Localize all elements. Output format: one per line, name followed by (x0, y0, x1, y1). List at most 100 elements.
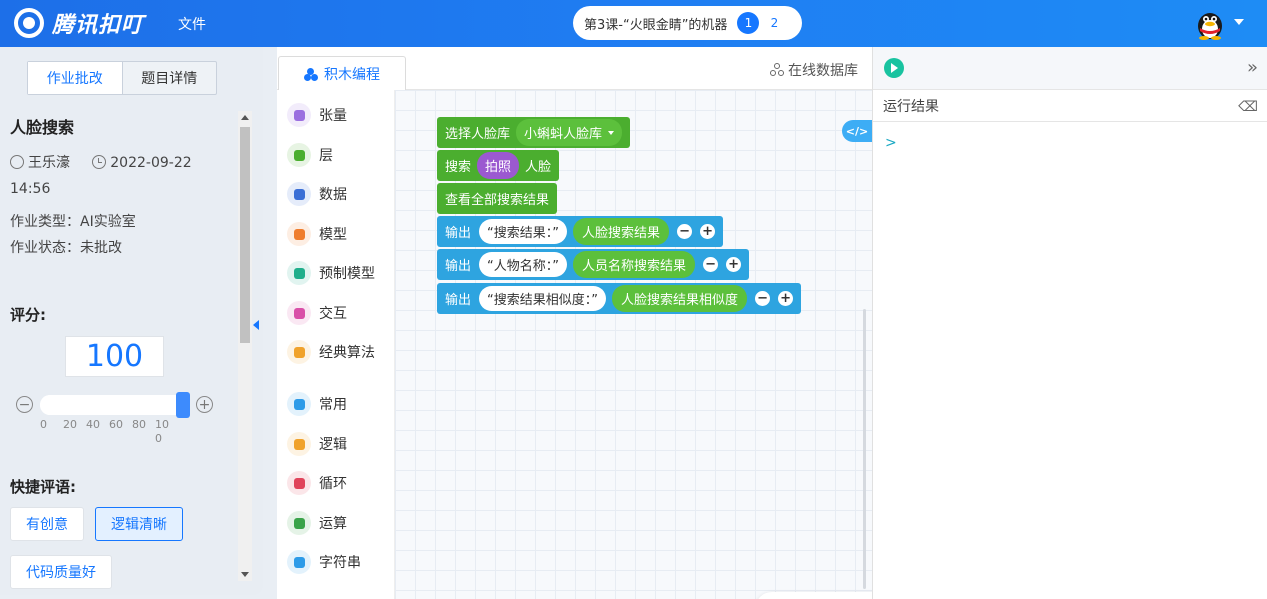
run-result-bar: 运行结果 ⌫ (873, 90, 1267, 122)
workspace-vertical-scrollbar[interactable] (863, 309, 866, 589)
palette-item[interactable]: 交互 (287, 300, 347, 326)
lesson-title: 第3课-“火眼金睛”的机器 (584, 17, 728, 33)
tab-block-programming-label: 积木编程 (324, 67, 380, 83)
text-icon (287, 550, 311, 574)
cube-icon (287, 222, 311, 246)
menu-file[interactable]: 文件 (178, 14, 206, 34)
palette-item[interactable]: 经典算法 (287, 339, 375, 365)
double-chevron-right-icon[interactable]: » (1247, 57, 1258, 78)
logic-icon (287, 432, 311, 456)
output-text-3[interactable]: “搜索结果相似度：” (479, 286, 606, 311)
chevron-down-icon[interactable] (1234, 19, 1244, 25)
step-1[interactable]: 1 (737, 12, 760, 34)
scroll-down-icon[interactable] (241, 572, 249, 577)
output-value-2[interactable]: 人员名称搜索结果 (573, 251, 696, 278)
palette-item-label: 数据 (319, 187, 347, 203)
tab-homework-grading[interactable]: 作业批改 (28, 62, 122, 94)
palette-item-label: 模型 (319, 227, 347, 243)
palette-item-label: 运算 (319, 516, 347, 532)
palette-item[interactable]: 字符串 (287, 549, 361, 575)
palette-item-label: 常用 (319, 397, 347, 413)
output-value-1[interactable]: 人脸搜索结果 (573, 218, 670, 245)
score-input[interactable]: 100 (65, 336, 164, 377)
collapse-left-icon[interactable] (253, 320, 259, 330)
output-value-3[interactable]: 人脸搜索结果相似度 (612, 285, 748, 312)
palette-item[interactable]: 循环 (287, 470, 347, 496)
minus-circle-icon[interactable]: − (677, 224, 693, 239)
block-search-face[interactable]: 搜索 拍照 人脸 (437, 150, 560, 181)
left-scrollbar[interactable] (238, 111, 252, 581)
block-palette: 张量层数据模型预制模型交互经典算法常用逻辑循环运算字符串 (277, 90, 395, 599)
grading-panel: 作业批改 题目详情 人脸搜索 王乐濠 2022-09-22 14:56 作业类型… (0, 47, 263, 595)
plus-circle-icon[interactable]: + (726, 257, 742, 272)
block-output-3[interactable]: 输出 “搜索结果相似度：” 人脸搜索结果相似度 − + (437, 283, 802, 314)
minus-circle-icon[interactable]: − (703, 257, 719, 272)
block-output-label: 输出 (445, 226, 472, 241)
task-meta: 王乐濠 2022-09-22 14:56 (10, 150, 235, 202)
plus-circle-icon[interactable]: + (700, 224, 716, 239)
loop-icon (287, 471, 311, 495)
scroll-up-icon[interactable] (241, 115, 249, 120)
slider-tick: 40 (86, 418, 100, 431)
block-output-2[interactable]: 输出 “人物名称：” 人员名称搜索结果 − + (437, 249, 750, 280)
quick-comment-quality[interactable]: 代码质量好 (10, 555, 112, 589)
run-header: » (873, 47, 1267, 90)
user-avatar-icon[interactable] (1194, 6, 1226, 40)
block-output-1[interactable]: 输出 “搜索结果：” 人脸搜索结果 − + (437, 216, 724, 247)
quick-comment-creative[interactable]: 有创意 (10, 507, 84, 541)
console-prompt: > (885, 135, 897, 151)
palette-item[interactable]: 常用 (287, 391, 347, 417)
plus-circle-icon[interactable]: + (196, 396, 213, 413)
palette-item[interactable]: 数据 (287, 181, 347, 207)
minus-circle-icon[interactable]: − (755, 291, 771, 306)
layers-icon (287, 143, 311, 167)
online-database-link[interactable]: 在线数据库 (770, 60, 858, 80)
eraser-icon[interactable]: ⌫ (1238, 99, 1258, 115)
slider-fill (40, 395, 190, 415)
output-text-1[interactable]: “搜索结果：” (479, 219, 567, 244)
palette-item-label: 预制模型 (319, 266, 375, 282)
person-icon (287, 301, 311, 325)
score-slider[interactable] (40, 392, 190, 418)
slider-tick: 100 (155, 418, 169, 445)
palette-item-label: 张量 (319, 108, 347, 124)
scroll-thumb[interactable] (240, 127, 250, 343)
palette-item[interactable]: 预制模型 (287, 260, 375, 286)
palette-item[interactable]: 逻辑 (287, 431, 347, 457)
run-panel: » 运行结果 ⌫ > (872, 47, 1267, 599)
minus-circle-icon[interactable]: − (16, 396, 33, 413)
tab-block-programming[interactable]: 积木编程 (278, 56, 406, 91)
code-view-toggle[interactable]: </> (842, 120, 872, 142)
slider-tick: 0 (40, 418, 47, 431)
quick-comment-logical[interactable]: 逻辑清晰 (95, 507, 183, 541)
block-output-label: 输出 (445, 259, 472, 274)
block-select-face-library[interactable]: 选择人脸库 小蝌蚪人脸库 (437, 117, 631, 148)
block-photo-pill[interactable]: 拍照 (477, 152, 520, 179)
play-icon[interactable] (884, 58, 904, 78)
palette-item-label: 经典算法 (319, 345, 375, 361)
face-library-dropdown[interactable]: 小蝌蚪人脸库 (516, 119, 623, 146)
blocks-icon (304, 67, 318, 81)
student-name: 王乐濠 (28, 155, 70, 171)
grading-tabs: 作业批改 题目详情 (27, 61, 217, 95)
lesson-selector[interactable]: 第3课-“火眼金睛”的机器 1 2 (573, 6, 802, 40)
block-view-all-label: 查看全部搜索结果 (445, 193, 550, 208)
palette-item[interactable]: 运算 (287, 510, 347, 536)
plus-circle-icon[interactable]: + (778, 291, 794, 306)
slider-thumb[interactable] (176, 392, 190, 418)
step-2[interactable]: 2 (763, 12, 785, 34)
block-view-all-results[interactable]: 查看全部搜索结果 (437, 183, 558, 214)
logo-icon (14, 8, 44, 38)
block-editor: 积木编程 在线数据库 张量层数据 模型 预制模型 交互 经典算法 常用 逻辑 循环 运算 字符串 … (277, 47, 969, 599)
block-workspace[interactable]: 选择人脸库 小蝌蚪人脸库 搜索 拍照 人脸 查看全部搜索结果 输出 “搜索结果：… (395, 90, 969, 599)
task-title: 人脸搜索 (10, 118, 75, 137)
palette-item[interactable]: 层 (287, 142, 333, 168)
logo[interactable]: 腾讯扣叮 (14, 8, 144, 38)
output-text-2[interactable]: “人物名称：” (479, 252, 567, 277)
palette-item[interactable]: 张量 (287, 102, 347, 128)
tab-question-details[interactable]: 题目详情 (121, 62, 217, 94)
palette-item[interactable]: 模型 (287, 221, 347, 247)
logo-text: 腾讯扣叮 (52, 13, 145, 38)
palette-item-label: 逻辑 (319, 437, 347, 453)
swap-icon (287, 182, 311, 206)
